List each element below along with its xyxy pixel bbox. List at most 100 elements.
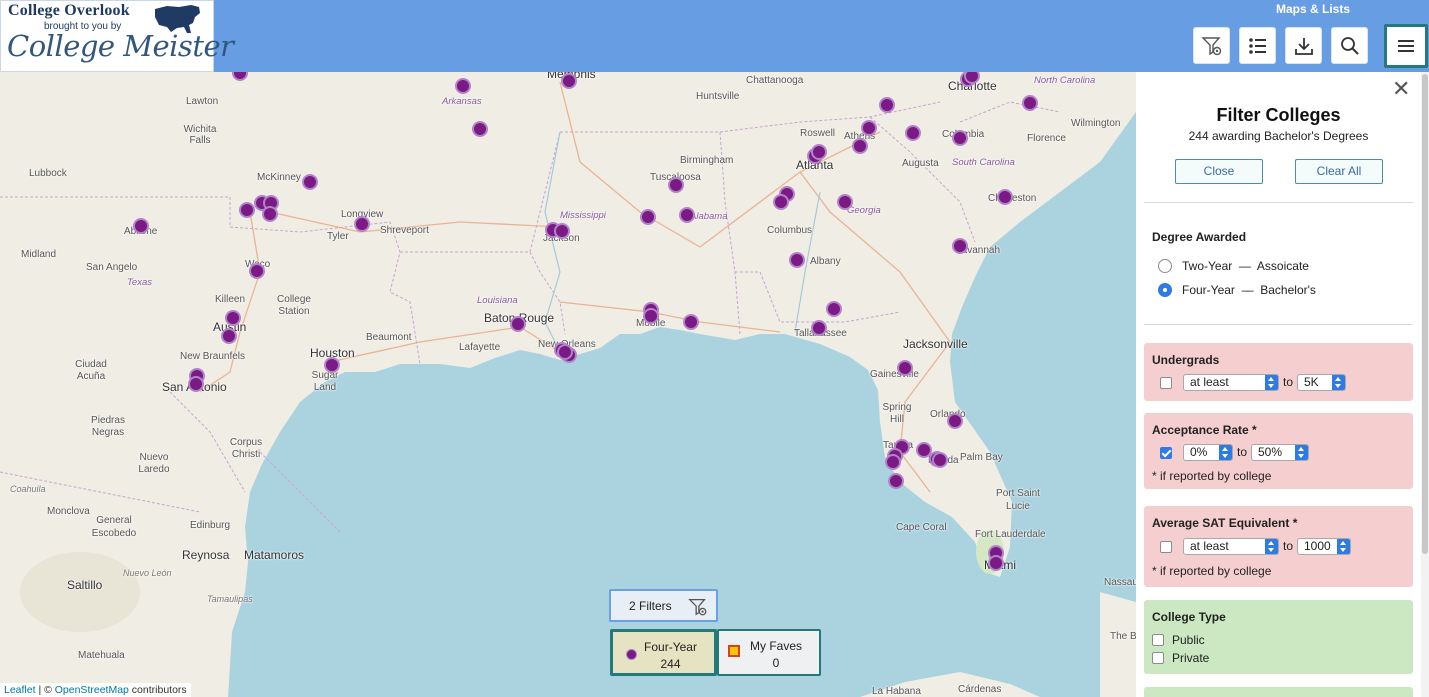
- college-marker[interactable]: [837, 194, 853, 210]
- college-marker[interactable]: [789, 252, 805, 268]
- my-faves-legend-button[interactable]: My Faves 0: [717, 629, 821, 676]
- college-marker[interactable]: [221, 328, 237, 344]
- college-marker[interactable]: [472, 121, 488, 137]
- clear-all-button[interactable]: Clear All: [1295, 159, 1383, 184]
- college-map[interactable]: Memphis Chattanooga Charlotte North Caro…: [0, 72, 1136, 697]
- four-year-legend-button[interactable]: Four-Year 244: [610, 629, 717, 676]
- college-marker[interactable]: [324, 357, 340, 373]
- college-marker[interactable]: [225, 310, 241, 326]
- private-option[interactable]: Private: [1152, 650, 1209, 665]
- college-marker[interactable]: [679, 207, 695, 223]
- map-label: Roswell: [800, 128, 836, 139]
- college-marker[interactable]: [885, 454, 901, 470]
- radio-two-year[interactable]: Two-Year — Assoicate: [1158, 258, 1309, 273]
- map-label: Cape Coral: [896, 522, 947, 533]
- college-marker[interactable]: [249, 263, 265, 279]
- menu-button[interactable]: [1384, 24, 1428, 68]
- logo-title: College Overlook: [8, 2, 130, 19]
- map-label: New Braunfels: [180, 351, 246, 362]
- college-marker[interactable]: [188, 376, 204, 392]
- map-label: Wichita Falls: [183, 124, 217, 146]
- osm-link[interactable]: OpenStreetMap: [55, 684, 129, 696]
- map-label: Shreveport: [380, 225, 429, 236]
- college-marker[interactable]: [262, 206, 278, 222]
- undergrads-mode-select[interactable]: at least: [1183, 374, 1279, 391]
- college-marker[interactable]: [861, 120, 877, 136]
- college-marker[interactable]: [952, 238, 968, 254]
- college-marker[interactable]: [668, 177, 684, 193]
- sat-mode-select[interactable]: at least: [1183, 538, 1279, 555]
- close-panel-icon[interactable]: ✕: [1392, 78, 1410, 100]
- public-label: Public: [1172, 632, 1205, 647]
- public-checkbox[interactable]: [1152, 633, 1164, 646]
- filters-toggle-button[interactable]: 2 Filters: [609, 589, 718, 622]
- undergrads-value-select[interactable]: 5K: [1297, 374, 1346, 391]
- college-marker[interactable]: [879, 97, 895, 113]
- college-marker[interactable]: [947, 413, 963, 429]
- acceptance-note: * if reported by college: [1152, 469, 1272, 483]
- college-marker[interactable]: [302, 174, 318, 190]
- college-marker[interactable]: [554, 223, 570, 239]
- college-marker[interactable]: [997, 189, 1013, 205]
- college-marker[interactable]: [557, 344, 573, 360]
- map-label: San Angelo: [86, 262, 138, 273]
- private-label: Private: [1172, 650, 1210, 665]
- close-button[interactable]: Close: [1175, 159, 1263, 184]
- acceptance-from-select[interactable]: 0%: [1183, 444, 1233, 461]
- radio-four-year-control[interactable]: [1158, 282, 1172, 297]
- sat-value-select[interactable]: 1000: [1297, 538, 1351, 555]
- college-marker[interactable]: [239, 202, 255, 218]
- college-marker[interactable]: [510, 316, 526, 332]
- college-marker[interactable]: [561, 73, 577, 89]
- college-marker[interactable]: [988, 555, 1004, 571]
- college-marker[interactable]: [932, 452, 948, 468]
- filter-settings-button[interactable]: [1193, 27, 1230, 64]
- college-marker[interactable]: [905, 125, 921, 141]
- undergrads-checkbox[interactable]: [1160, 377, 1172, 389]
- college-marker[interactable]: [888, 473, 904, 489]
- panel-scrollbar[interactable]: [1421, 72, 1429, 697]
- college-marker[interactable]: [640, 209, 656, 225]
- college-marker[interactable]: [773, 194, 789, 210]
- sat-heading: Average SAT Equivalent *: [1152, 516, 1298, 530]
- leaflet-link[interactable]: Leaflet: [4, 684, 36, 696]
- usa-map-icon: [155, 5, 200, 33]
- public-option[interactable]: Public: [1152, 632, 1205, 647]
- map-label: Corpus Christi: [229, 437, 263, 460]
- filter-settings-icon: [688, 599, 707, 616]
- acceptance-to-select[interactable]: 50%: [1251, 444, 1309, 461]
- map-label: Coahuila: [10, 484, 46, 494]
- college-marker[interactable]: [811, 320, 827, 336]
- radio-four-year[interactable]: Four-Year — Bachelor's: [1158, 282, 1316, 297]
- map-label: Tamaulipas: [207, 594, 253, 604]
- maps-lists-heading: Maps & Lists: [1276, 2, 1351, 16]
- college-marker[interactable]: [952, 130, 968, 146]
- college-type-heading: College Type: [1152, 610, 1226, 624]
- search-icon: [1340, 36, 1359, 55]
- college-marker[interactable]: [455, 78, 471, 94]
- scrollbar-thumb[interactable]: [1422, 74, 1428, 554]
- sat-checkbox[interactable]: [1160, 541, 1172, 553]
- map-label: Georgia: [847, 205, 881, 216]
- college-marker[interactable]: [354, 216, 370, 232]
- download-icon: [1294, 37, 1313, 55]
- college-marker[interactable]: [852, 138, 868, 154]
- acceptance-rate-checkbox[interactable]: [1160, 447, 1172, 459]
- college-marker[interactable]: [643, 308, 659, 324]
- sat-value: 1000: [1304, 539, 1331, 553]
- college-marker[interactable]: [897, 360, 913, 376]
- radio-two-year-control[interactable]: [1158, 258, 1172, 273]
- college-marker[interactable]: [1022, 95, 1038, 111]
- filters-count-label: 2 Filters: [629, 599, 672, 613]
- download-button[interactable]: [1285, 27, 1322, 64]
- private-checkbox[interactable]: [1152, 651, 1164, 664]
- college-marker[interactable]: [683, 314, 699, 330]
- college-marker[interactable]: [811, 144, 827, 160]
- college-marker[interactable]: [826, 301, 842, 317]
- my-faves-count: 0: [772, 656, 780, 670]
- search-button[interactable]: [1331, 27, 1368, 64]
- map-label: General Escobedo: [91, 515, 137, 539]
- list-view-button[interactable]: [1239, 27, 1276, 64]
- college-marker[interactable]: [133, 218, 149, 234]
- site-logo[interactable]: College Overlook brought to you by Colle…: [0, 0, 234, 72]
